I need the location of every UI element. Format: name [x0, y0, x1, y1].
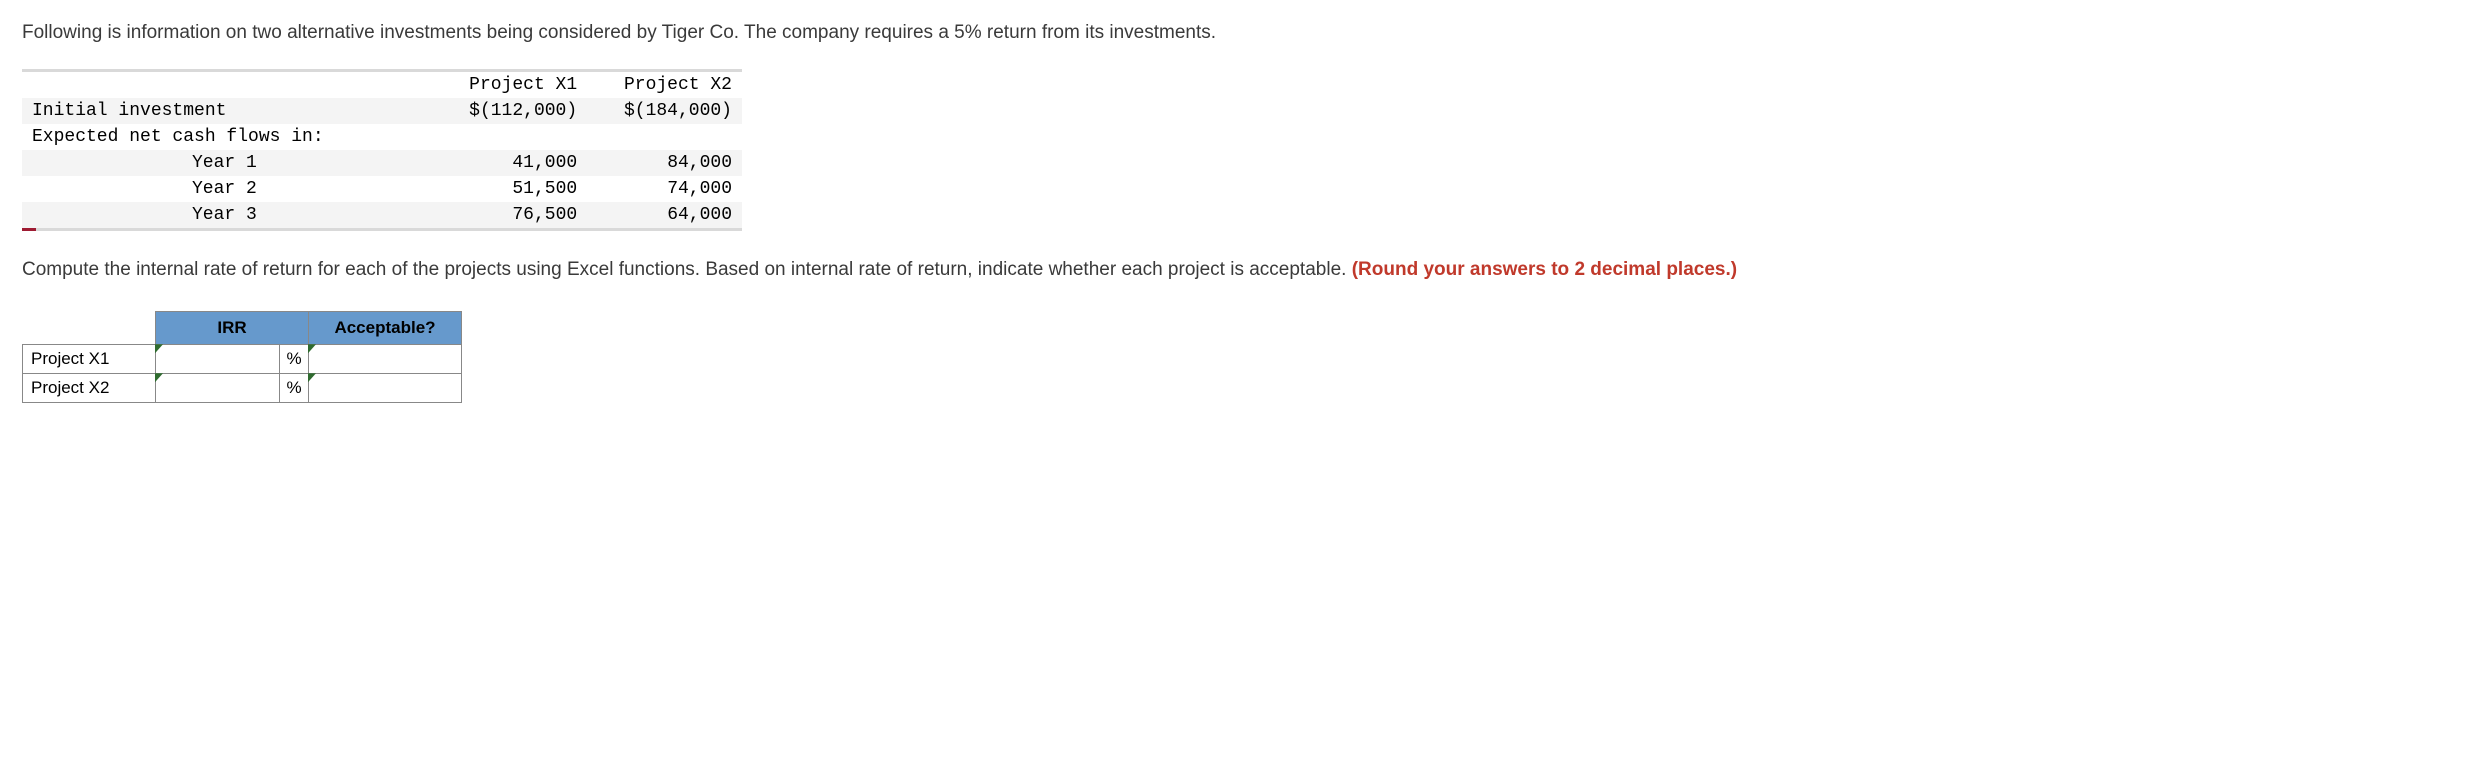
- row-expected-flows-x2: [587, 124, 742, 150]
- instruction-red: (Round your answers to 2 decimal places.…: [1352, 259, 1737, 280]
- irr-input-x2[interactable]: [156, 374, 279, 402]
- answer-header-irr: IRR: [156, 312, 309, 345]
- row-year1-label: Year 1: [22, 150, 432, 176]
- row-year1-x1: 41,000: [432, 150, 587, 176]
- row-expected-flows-label: Expected net cash flows in:: [22, 124, 432, 150]
- answer-row-x2-irr-cell[interactable]: %: [156, 374, 309, 403]
- instruction-text: Compute the internal rate of return for …: [22, 257, 2458, 284]
- row-year3-label: Year 3: [22, 202, 432, 228]
- answer-row-x1-irr-cell[interactable]: %: [156, 345, 309, 374]
- header-project-x1: Project X1: [432, 72, 587, 98]
- header-project-x2: Project X2: [587, 72, 742, 98]
- percent-label: %: [279, 374, 308, 402]
- dropdown-indicator-icon: [308, 373, 316, 382]
- answer-row-x1-acceptable-cell[interactable]: [309, 345, 462, 374]
- answer-row-x2-acceptable-cell[interactable]: [309, 374, 462, 403]
- row-initial-investment-x2: $(184,000): [587, 98, 742, 124]
- percent-label: %: [279, 345, 308, 373]
- row-year3-x2: 64,000: [587, 202, 742, 228]
- row-year1-x2: 84,000: [587, 150, 742, 176]
- intro-text: Following is information on two alternat…: [22, 20, 2458, 47]
- row-year2-x1: 51,500: [432, 176, 587, 202]
- row-initial-investment-label: Initial investment: [22, 98, 432, 124]
- row-year3-x1: 76,500: [432, 202, 587, 228]
- cashflow-table: Project X1 Project X2 Initial investment…: [22, 69, 742, 231]
- instruction-main: Compute the internal rate of return for …: [22, 259, 1352, 280]
- row-expected-flows-x1: [432, 124, 587, 150]
- answer-table: IRR Acceptable? Project X1 % Project X2: [22, 311, 462, 403]
- answer-header-acceptable: Acceptable?: [309, 312, 462, 345]
- row-year2-label: Year 2: [22, 176, 432, 202]
- answer-header-blank: [23, 312, 156, 345]
- answer-row-x1-label: Project X1: [23, 345, 156, 374]
- dropdown-indicator-icon: [308, 344, 316, 353]
- irr-input-x1[interactable]: [156, 345, 279, 373]
- answer-row-x2-label: Project X2: [23, 374, 156, 403]
- header-blank: [22, 72, 432, 98]
- row-initial-investment-x1: $(112,000): [432, 98, 587, 124]
- row-year2-x2: 74,000: [587, 176, 742, 202]
